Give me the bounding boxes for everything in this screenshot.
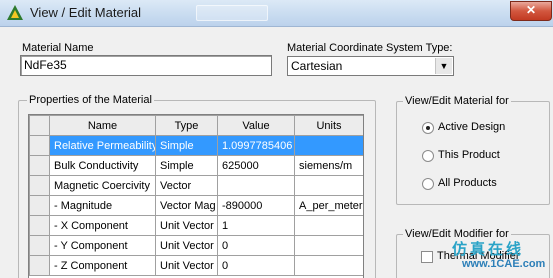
cell-value[interactable]: -890000 [217, 195, 295, 216]
corner-header [29, 115, 50, 136]
watermark-url: www.1CAE.com [462, 258, 546, 270]
cell-value[interactable]: 0 [217, 235, 295, 256]
row-header[interactable] [29, 175, 50, 196]
column-header-units[interactable]: Units [294, 115, 363, 136]
coord-system-value: Cartesian [291, 59, 343, 73]
cell-type[interactable]: Unit Vector [155, 235, 218, 256]
table-row[interactable]: - Z Component Unit Vector 0 [29, 255, 363, 276]
properties-group-title: Properties of the Material [27, 94, 154, 106]
title-bar[interactable]: View / Edit Material ✕ [0, 0, 553, 27]
cell-units[interactable] [294, 175, 363, 196]
table-row[interactable]: - Magnitude Vector Mag -890000 A_per_met… [29, 195, 363, 216]
thermal-modifier-checkbox[interactable] [421, 251, 433, 263]
cell-value[interactable]: 625000 [217, 155, 295, 176]
radio-all-products[interactable] [422, 178, 434, 190]
radio-all-products-label[interactable]: All Products [438, 177, 497, 189]
table-header-row: Name Type Value Units [29, 115, 363, 136]
cell-type[interactable]: Vector Mag [155, 195, 218, 216]
row-header[interactable] [29, 195, 50, 216]
cell-name[interactable]: Magnetic Coercivity [49, 175, 156, 196]
row-header[interactable] [29, 155, 50, 176]
material-name-input[interactable]: NdFe35 [20, 55, 272, 76]
cell-units[interactable] [294, 255, 363, 276]
cell-name[interactable]: - X Component [49, 215, 156, 236]
table-row[interactable]: - X Component Unit Vector 1 [29, 215, 363, 236]
cell-units[interactable]: A_per_meter [294, 195, 363, 216]
cell-units[interactable] [294, 235, 363, 256]
material-name-value: NdFe35 [24, 58, 67, 72]
view-edit-material-dialog: View / Edit Material ✕ Material Name NdF… [0, 0, 553, 278]
table-row[interactable]: Magnetic Coercivity Vector [29, 175, 363, 196]
material-name-label: Material Name [22, 42, 94, 54]
coord-system-label: Material Coordinate System Type: [287, 42, 453, 54]
cell-type[interactable]: Simple [155, 155, 218, 176]
watermark-text: 仿真在线 [452, 241, 525, 258]
cell-name[interactable]: Bulk Conductivity [49, 155, 156, 176]
background-window-ghost [196, 5, 268, 21]
close-button[interactable]: ✕ [510, 1, 552, 21]
cell-name[interactable]: - Magnitude [49, 195, 156, 216]
cell-units[interactable] [294, 215, 363, 236]
column-header-type[interactable]: Type [155, 115, 218, 136]
radio-active-design-label[interactable]: Active Design [438, 121, 505, 133]
row-header[interactable] [29, 135, 50, 156]
radio-active-design[interactable] [422, 122, 434, 134]
properties-table: Name Type Value Units Relative Permeabil… [28, 114, 364, 278]
table-row[interactable]: Bulk Conductivity Simple 625000 siemens/… [29, 155, 363, 176]
cell-value[interactable]: 0 [217, 255, 295, 276]
table-row[interactable]: - Y Component Unit Vector 0 [29, 235, 363, 256]
cell-units[interactable]: siemens/m [294, 155, 363, 176]
table-row[interactable]: Relative Permeability Simple 1.099778540… [29, 135, 363, 156]
coord-system-select[interactable]: Cartesian ▼ [287, 56, 454, 76]
row-header[interactable] [29, 215, 50, 236]
window-title: View / Edit Material [30, 5, 142, 20]
cell-value[interactable]: 1.0997785406 [217, 135, 295, 156]
cell-name[interactable]: - Z Component [49, 255, 156, 276]
radio-this-product-label[interactable]: This Product [438, 149, 500, 161]
column-header-name[interactable]: Name [49, 115, 156, 136]
chevron-down-icon[interactable]: ▼ [435, 58, 452, 74]
cell-type[interactable]: Vector [155, 175, 218, 196]
cell-type[interactable]: Unit Vector [155, 215, 218, 236]
row-header[interactable] [29, 255, 50, 276]
cell-type[interactable]: Simple [155, 135, 218, 156]
cell-name[interactable]: Relative Permeability [49, 135, 156, 156]
view-edit-for-title: View/Edit Material for [403, 95, 511, 107]
radio-this-product[interactable] [422, 150, 434, 162]
column-header-value[interactable]: Value [217, 115, 295, 136]
ansys-logo-icon [7, 5, 23, 20]
cell-units[interactable] [294, 135, 363, 156]
close-icon: ✕ [525, 3, 537, 17]
cell-value[interactable] [217, 175, 295, 196]
cell-name[interactable]: - Y Component [49, 235, 156, 256]
cell-value[interactable]: 1 [217, 215, 295, 236]
row-header[interactable] [29, 235, 50, 256]
cell-type[interactable]: Unit Vector [155, 255, 218, 276]
